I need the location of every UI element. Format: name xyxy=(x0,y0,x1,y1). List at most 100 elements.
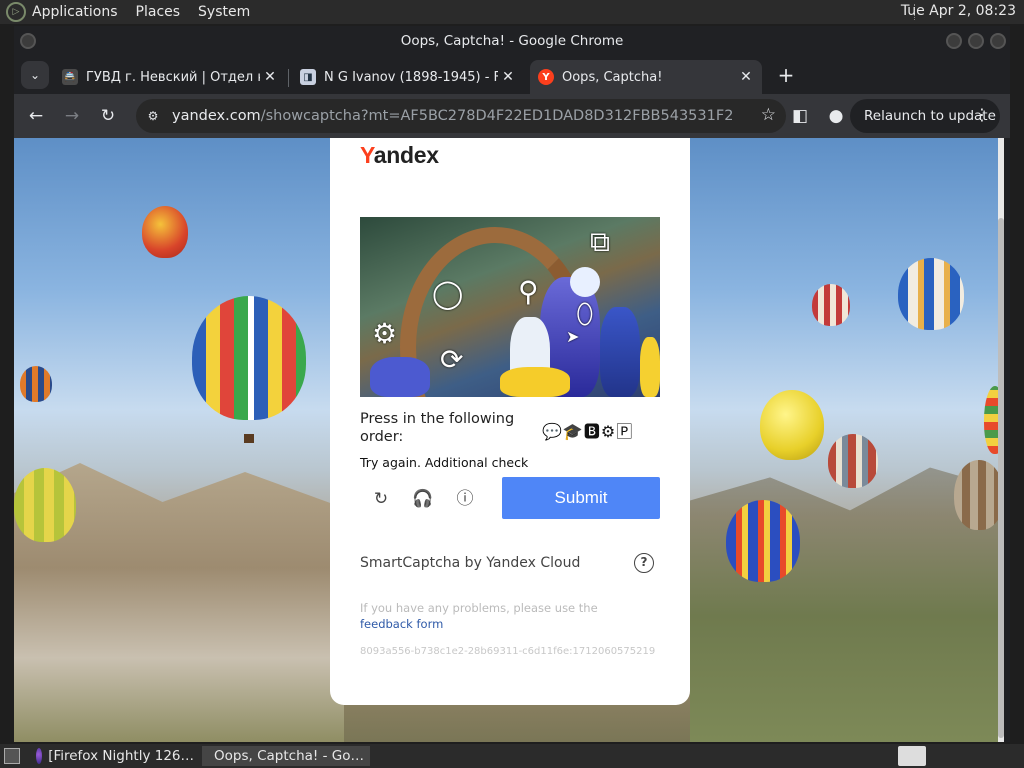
tab-ivanov[interactable]: ◨ N G Ivanov (1898-1945) - Find ✕ xyxy=(292,60,524,94)
arrow-left-icon: ← xyxy=(28,106,44,126)
tab-captcha[interactable]: Y Oops, Captcha! ✕ xyxy=(530,60,762,94)
problems-text: If you have any problems, please use the… xyxy=(360,601,598,631)
close-window-button[interactable] xyxy=(990,33,1006,49)
kebab-menu-icon[interactable]: ⋮ xyxy=(974,105,990,124)
refresh-captcha-button[interactable]: ↻ xyxy=(369,487,393,511)
toolbar: ← → ↻ ⚙ yandex.com/showcaptcha?mt=AF5BC2… xyxy=(14,94,1010,138)
menu-system[interactable]: System xyxy=(198,4,250,20)
browser-window: Oops, Captcha! - Google Chrome ⌄ 🚔 ГУВД … xyxy=(14,26,1010,742)
url-text[interactable]: yandex.com/showcaptcha?mt=AF5BC278D4F22E… xyxy=(172,108,732,124)
headphones-icon: 🎧 xyxy=(412,489,434,509)
info-button[interactable]: ⓘ xyxy=(453,487,477,511)
minimize-button[interactable] xyxy=(946,33,962,49)
plus-icon: + xyxy=(777,63,795,87)
side-panel-icon: ◧ xyxy=(791,106,809,126)
captcha-camera-icon: ⧉ xyxy=(590,225,610,258)
clock[interactable]: Tue Apr 2, 08:23 xyxy=(901,3,1016,19)
flower-shape xyxy=(600,307,640,397)
show-desktop-button[interactable] xyxy=(4,748,20,764)
title-bar[interactable]: Oops, Captcha! - Google Chrome xyxy=(14,26,1010,56)
captcha-shield-icon: ⬯ xyxy=(576,297,594,330)
tray-chrome-icon[interactable] xyxy=(898,746,926,766)
reload-button[interactable]: ↻ xyxy=(94,102,122,130)
balloon-image xyxy=(20,366,52,402)
balloon-image xyxy=(954,460,1004,530)
balloon-image xyxy=(142,206,188,258)
menu-applications[interactable]: Applications xyxy=(32,4,118,20)
tab-close-icon[interactable]: ✕ xyxy=(260,69,280,85)
chevron-down-icon: ⌄ xyxy=(29,68,41,82)
request-id: 8093a556-b738c1e2-28b69311-c6d11f6e:1712… xyxy=(360,646,656,657)
captcha-card: Yandex ⧉ ◯ ⚲ ⬯ ⚙ ⟳ ➤ Press in the follow… xyxy=(330,138,690,705)
help-icon[interactable]: ? xyxy=(634,553,654,573)
captcha-gear-icon: ⚙ xyxy=(372,317,398,350)
tab-guvd[interactable]: 🚔 ГУВД г. Невский | Отдел кадров ✕ xyxy=(54,60,286,94)
menu-places[interactable]: Places xyxy=(136,4,181,20)
balloon-image xyxy=(812,284,850,326)
refresh-icon: ↻ xyxy=(373,489,389,509)
profile-button[interactable]: ● xyxy=(822,102,850,130)
tab-title: Oops, Captcha! xyxy=(562,69,663,85)
balloon-image xyxy=(760,390,824,460)
tab-divider xyxy=(288,69,289,87)
back-button[interactable]: ← xyxy=(22,102,50,130)
captcha-speech-bubble-icon: ◯ xyxy=(432,277,464,310)
url-path: /showcaptcha?mt=AF5BC278D4F22ED1DAD8D312… xyxy=(260,108,732,124)
flower-shape xyxy=(570,267,600,297)
balloon-image xyxy=(14,468,76,542)
bottom-panel: [Firefox Nightly 126… Oops, Captcha! - G… xyxy=(0,744,1024,768)
audio-captcha-button[interactable]: 🎧 xyxy=(411,487,435,511)
site-info-icon[interactable]: ⚙ xyxy=(144,107,162,125)
balloon-image xyxy=(726,500,800,582)
captcha-graduation-cap-icon: ⚲ xyxy=(518,275,539,308)
feedback-form-link[interactable]: feedback form xyxy=(360,617,443,631)
mouse-cursor-icon: ➤ xyxy=(566,327,580,346)
yandex-favicon-icon: Y xyxy=(538,69,554,85)
address-bar[interactable]: ⚙ yandex.com/showcaptcha?mt=AF5BC278D4F2… xyxy=(136,99,786,133)
balloon-image xyxy=(828,434,878,488)
submit-button[interactable]: Submit xyxy=(502,477,660,519)
bookmark-star-icon[interactable]: ☆ xyxy=(761,105,776,125)
maximize-button[interactable] xyxy=(968,33,984,49)
top-panel: ▷ Applications Places System Tue Apr 2, … xyxy=(0,0,1024,24)
side-panel-button[interactable]: ◧ xyxy=(786,102,814,130)
balloon-image xyxy=(898,258,964,330)
captcha-image[interactable]: ⧉ ◯ ⚲ ⬯ ⚙ ⟳ ➤ xyxy=(360,217,660,397)
reload-icon: ↻ xyxy=(100,106,116,126)
flower-shape xyxy=(640,337,660,397)
yandex-logo: Yandex xyxy=(360,142,439,168)
captcha-bitcoin-icon: ⟳ xyxy=(440,343,464,376)
new-tab-button[interactable]: + xyxy=(772,61,800,89)
taskbar-label: Oops, Captcha! - Go… xyxy=(214,748,364,764)
tab-title: N G Ivanov (1898-1945) - Find xyxy=(324,69,498,85)
window-menu-icon[interactable] xyxy=(20,33,36,49)
taskbar-item-firefox[interactable]: [Firefox Nightly 126… xyxy=(30,746,200,766)
tab-close-icon[interactable]: ✕ xyxy=(498,69,518,85)
person-icon: ● xyxy=(828,106,844,126)
smartcaptcha-brand: SmartCaptcha by Yandex Cloud xyxy=(360,555,581,571)
balloon-image xyxy=(192,296,306,420)
instruction-text: Press in the following order: xyxy=(360,411,515,445)
firefox-icon xyxy=(36,748,43,764)
findagrave-favicon-icon: ◨ xyxy=(300,69,316,85)
tab-strip: ⌄ 🚔 ГУВД г. Невский | Отдел кадров ✕ ◨ N… xyxy=(14,56,1010,94)
flower-shape xyxy=(500,367,570,397)
page-content: Yandex ⧉ ◯ ⚲ ⬯ ⚙ ⟳ ➤ Press in the follow… xyxy=(14,138,1004,742)
taskbar-item-chrome[interactable]: Oops, Captcha! - Go… xyxy=(202,746,370,766)
scrollbar-thumb[interactable] xyxy=(998,218,1004,738)
page-scrollbar[interactable] xyxy=(998,138,1004,742)
forward-button[interactable]: → xyxy=(58,102,86,130)
balloon-basket xyxy=(244,434,254,443)
url-host: yandex.com xyxy=(172,108,261,124)
arrow-right-icon: → xyxy=(64,106,80,126)
relaunch-to-update-button[interactable]: Relaunch to update ⋮ xyxy=(850,99,1000,133)
window-title: Oops, Captcha! - Google Chrome xyxy=(400,33,624,49)
tab-search-button[interactable]: ⌄ xyxy=(21,61,49,89)
order-icons-sequence: 💬🎓🅱⚙🄿 xyxy=(542,422,634,441)
system-logo-icon[interactable]: ▷ xyxy=(6,2,26,22)
tab-close-icon[interactable]: ✕ xyxy=(736,69,756,85)
taskbar-label: [Firefox Nightly 126… xyxy=(48,748,194,764)
police-favicon-icon: 🚔 xyxy=(62,69,78,85)
flower-shape xyxy=(370,357,430,397)
error-message: Try again. Additional check xyxy=(360,455,529,470)
